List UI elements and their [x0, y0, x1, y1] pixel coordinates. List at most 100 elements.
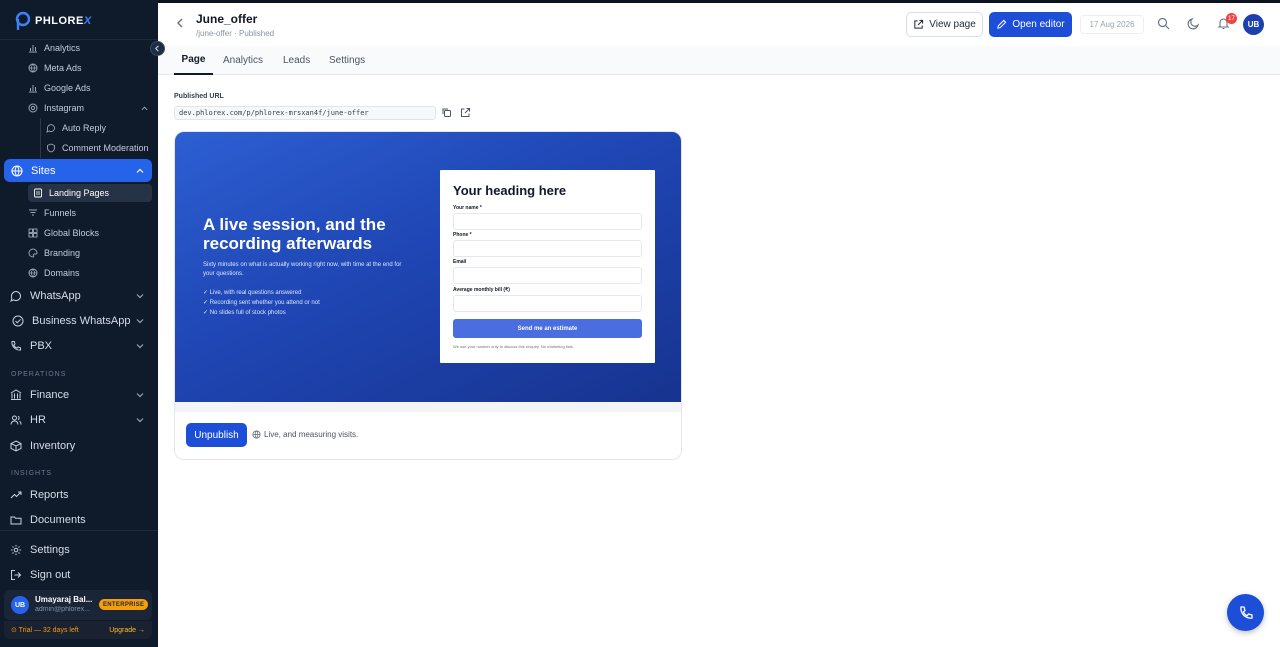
pencil-icon	[997, 19, 1007, 29]
name-field	[453, 213, 642, 230]
copy-icon[interactable]	[441, 107, 452, 118]
open-editor-button[interactable]: Open editor	[989, 12, 1072, 37]
avatar[interactable]: UB	[1243, 14, 1264, 35]
lead-form-preview: Your heading here Your name * Phone * Em…	[440, 170, 655, 363]
published-url-field[interactable]: dev.phlorex.com/p/phlorex-mrsxan4f/june-…	[174, 106, 436, 120]
users-icon	[10, 415, 22, 425]
globe-icon	[11, 164, 23, 177]
sidebar-item-comment-moderation[interactable]: Comment Moderation	[46, 139, 149, 157]
plan-badge: ENTERPRISE	[99, 599, 149, 610]
sidebar-item-pbx[interactable]: PBX	[10, 335, 152, 357]
live-status-text: Live, and measuring visits.	[264, 430, 359, 439]
phone-icon	[11, 341, 21, 351]
sidebar-item-inventory[interactable]: Inventory	[10, 435, 152, 457]
monthly-bill-field	[453, 295, 642, 312]
chevron-down-icon	[136, 393, 144, 398]
instagram-icon	[28, 103, 38, 113]
sidebar-item-instagram[interactable]: Instagram	[28, 99, 152, 117]
chevron-left-icon	[154, 45, 159, 52]
hero-point: ✓ Recording sent whether you attend or n…	[203, 300, 320, 306]
hero-point: ✓ Live, with real questions answered	[203, 290, 302, 296]
sidebar-item-branding[interactable]: Branding	[28, 244, 80, 262]
unpublish-button[interactable]: Unpublish	[186, 423, 247, 447]
palette-icon	[28, 248, 38, 258]
bank-icon	[10, 389, 22, 400]
bar-chart-icon	[29, 45, 37, 53]
form-field-label: Your name *	[453, 205, 482, 211]
sidebar-item-label: Domains	[44, 268, 80, 278]
external-link-icon[interactable]	[460, 107, 471, 118]
live-status: Live, and measuring visits.	[252, 430, 358, 439]
sidebar-item-business-whatsapp[interactable]: Business WhatsApp	[12, 310, 152, 332]
page-preview-card: A live session, and the recording afterw…	[174, 131, 682, 460]
form-note: We use your number only to discuss this …	[453, 344, 574, 349]
sidebar-item-landing-pages[interactable]: Landing Pages	[28, 184, 152, 202]
blocks-icon	[28, 228, 38, 238]
sidebar-item-label: Inventory	[30, 440, 76, 452]
form-heading: Your heading here	[453, 183, 567, 198]
hero-point: ✓ No slides full of stock photos	[203, 310, 286, 316]
sidebar-item-label: Settings	[30, 544, 70, 556]
sidebar-item-label: Meta Ads	[44, 63, 82, 73]
sidebar-item-settings[interactable]: Settings	[10, 539, 152, 561]
open-editor-label: Open editor	[1012, 19, 1065, 30]
phone-field	[453, 240, 642, 257]
sidebar-item-label: Sites	[31, 164, 56, 177]
upgrade-link[interactable]: Upgrade →	[109, 627, 145, 634]
view-page-button[interactable]: View page	[906, 12, 983, 37]
tab-analytics[interactable]: Analytics	[223, 46, 263, 75]
hero-description: Sixty minutes on what is actually workin…	[203, 262, 402, 277]
hero-points: ✓ Live, with real questions answered ✓ R…	[203, 288, 320, 318]
sidebar-item-label: Sign out	[30, 569, 71, 581]
sidebar-collapse-button[interactable]	[150, 41, 165, 56]
sidebar-item-meta-ads[interactable]: Meta Ads	[28, 59, 82, 77]
sidebar-item-sites[interactable]: Sites	[4, 159, 152, 182]
logo-accent: X	[83, 15, 92, 27]
sidebar-item-label: Auto Reply	[62, 123, 107, 133]
sidebar-item-whatsapp[interactable]: WhatsApp	[10, 285, 152, 307]
brand-logo[interactable]: PHLOREX	[14, 10, 92, 32]
sidebar-item-sign-out[interactable]: Sign out	[10, 564, 152, 586]
sidebar-item-domains[interactable]: Domains	[28, 264, 80, 282]
chevron-down-icon	[136, 418, 144, 423]
sidebar-item-funnels[interactable]: Funnels	[28, 204, 76, 222]
sign-out-icon	[11, 570, 22, 580]
sidebar-item-reports[interactable]: Reports	[10, 484, 152, 506]
sidebar-item-label: Branding	[44, 248, 81, 258]
logo-text: PHLORE	[35, 15, 84, 27]
tab-page[interactable]: Page	[174, 46, 213, 75]
sidebar-item-documents[interactable]: Documents	[10, 509, 152, 531]
folder-icon	[10, 516, 22, 525]
sidebar-item-finance[interactable]: Finance	[10, 384, 152, 406]
chevron-down-icon	[136, 319, 144, 324]
hero-preview: A live session, and the recording afterw…	[175, 132, 681, 402]
page-tabs: Page Analytics Leads Settings	[158, 46, 1280, 75]
moon-icon[interactable]	[1187, 17, 1200, 30]
sidebar-item-analytics[interactable]: Analytics	[28, 39, 80, 57]
gear-icon	[11, 545, 21, 555]
sidebar-item-global-blocks[interactable]: Global Blocks	[28, 224, 99, 242]
call-fab-button[interactable]	[1227, 594, 1264, 631]
sidebar-item-label: Analytics	[44, 43, 81, 53]
page-title: June_offer	[196, 12, 258, 26]
sidebar-item-label: Finance	[30, 389, 70, 401]
external-link-icon	[914, 19, 924, 29]
globe-icon	[28, 268, 38, 278]
sidebar-item-label: Funnels	[44, 208, 77, 218]
search-icon[interactable]	[1157, 17, 1170, 30]
user-email: admin@phlorex...	[35, 606, 90, 613]
globe-icon	[28, 63, 38, 73]
sidebar-item-hr[interactable]: HR	[10, 409, 152, 431]
sidebar-item-label: Instagram	[44, 103, 85, 113]
preview-card-footer: Unpublish Live, and measuring visits.	[175, 402, 681, 459]
sidebar-item-google-ads[interactable]: Google Ads	[28, 79, 91, 97]
sidebar-item-auto-reply[interactable]: Auto Reply	[46, 119, 106, 137]
tab-leads[interactable]: Leads	[283, 46, 310, 75]
user-card[interactable]: UB Umayaraj Bal... admin@phlorex... ENTE…	[4, 590, 152, 620]
tab-settings[interactable]: Settings	[329, 46, 365, 75]
document-icon	[34, 188, 42, 198]
view-page-label: View page	[929, 19, 976, 30]
form-field-label: Phone *	[453, 232, 472, 238]
chevron-left-icon[interactable]	[174, 16, 186, 30]
chevron-down-icon	[136, 294, 144, 299]
